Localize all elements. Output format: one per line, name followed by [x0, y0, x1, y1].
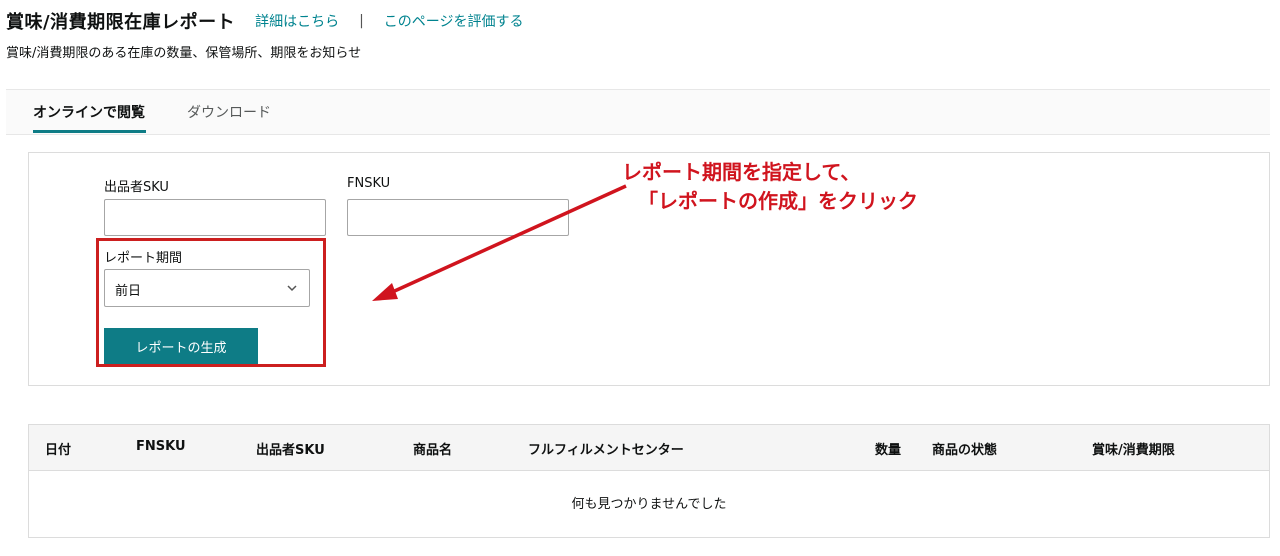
tab-bar: オンラインで閲覧 ダウンロード: [6, 89, 1270, 135]
generate-report-button[interactable]: レポートの生成: [104, 328, 258, 364]
column-header-fulfillment-center[interactable]: フルフィルメントセンター: [528, 439, 684, 458]
column-header-expiration[interactable]: 賞味/消費期限: [1092, 439, 1175, 458]
table-header: 日付 FNSKU 出品者SKU 商品名 フルフィルメントセンター 数量 商品の状…: [29, 425, 1269, 471]
header-separator: |: [359, 13, 364, 29]
column-header-fnsku[interactable]: FNSKU: [136, 439, 186, 454]
report-period-label: レポート期間: [104, 251, 183, 266]
chevron-down-icon: [287, 285, 297, 292]
fnsku-input[interactable]: [347, 199, 569, 236]
report-period-value: 前日: [115, 284, 142, 299]
seller-sku-label: 出品者SKU: [104, 180, 169, 195]
column-header-condition[interactable]: 商品の状態: [932, 439, 997, 458]
empty-results-message: 何も見つかりませんでした: [571, 497, 727, 512]
active-tab-indicator: [33, 130, 146, 133]
page-title: 賞味/消費期限在庫レポート: [6, 12, 236, 33]
details-link[interactable]: 詳細はこちら: [255, 11, 339, 31]
annotation-callout: レポート期間を指定して、 「レポートの作成」をクリック: [622, 158, 918, 216]
column-header-product-name[interactable]: 商品名: [413, 439, 452, 458]
page-subtitle: 賞味/消費期限のある在庫の数量、保管場所、期限をお知らせ: [6, 46, 362, 61]
report-period-select[interactable]: 前日: [104, 269, 310, 307]
results-table: 日付 FNSKU 出品者SKU 商品名 フルフィルメントセンター 数量 商品の状…: [28, 424, 1270, 538]
annotation-line-1: レポート期間を指定して、: [622, 160, 861, 184]
column-header-seller-sku[interactable]: 出品者SKU: [256, 439, 325, 458]
seller-sku-input[interactable]: [104, 199, 326, 236]
tab-online-view[interactable]: オンラインで閲覧: [33, 102, 145, 122]
column-header-quantity[interactable]: 数量: [875, 439, 901, 458]
rate-page-link[interactable]: このページを評価する: [384, 11, 524, 31]
page-header: 賞味/消費期限在庫レポート 詳細はこちら | このページを評価する: [6, 9, 524, 33]
tab-download[interactable]: ダウンロード: [187, 102, 271, 122]
column-header-date[interactable]: 日付: [45, 439, 71, 458]
annotation-line-2: 「レポートの作成」をクリック: [638, 189, 918, 213]
fnsku-label: FNSKU: [347, 176, 391, 191]
